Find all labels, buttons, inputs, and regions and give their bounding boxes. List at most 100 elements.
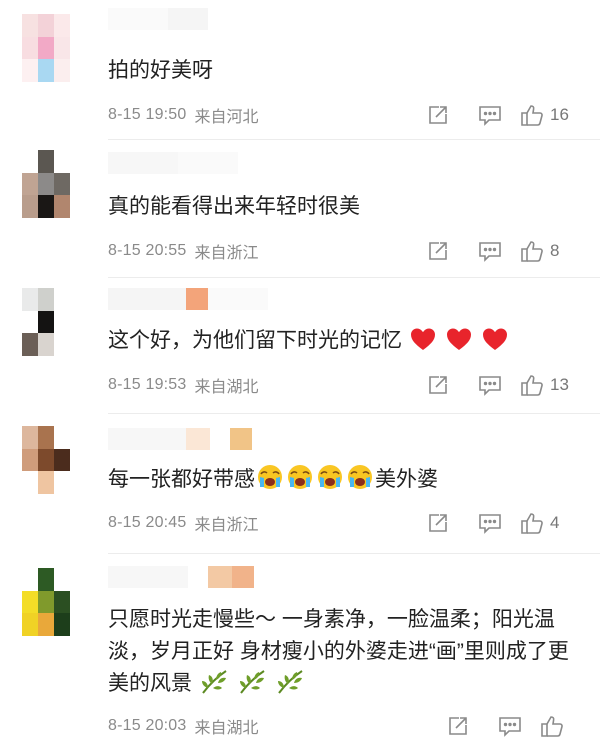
avatar-pixel (54, 426, 70, 449)
comment-text: 每一张都好带感 美外婆 (108, 463, 578, 496)
like-button[interactable]: 16 (520, 101, 580, 129)
thumbs-up-icon (521, 241, 543, 262)
divider (108, 277, 600, 278)
comment-text-body: 这个好，为他们留下时光的记忆 (108, 329, 402, 352)
blurred-username[interactable] (108, 428, 252, 450)
comment-bubble-icon (499, 717, 521, 737)
comment-text-suffix: 美外婆 (375, 468, 438, 491)
avatar-pixel (38, 195, 54, 219)
like-count: 4 (550, 513, 560, 532)
thumbs-up-icon (541, 716, 563, 737)
avatar-pixel (38, 288, 54, 311)
crying-face-emoji (318, 465, 342, 489)
comment-button[interactable] (468, 101, 512, 129)
avatar-pixel (22, 150, 38, 173)
share-box-icon (429, 514, 447, 532)
red-heart-emoji (410, 328, 435, 350)
thumbs-up-icon (521, 375, 543, 396)
repost-button[interactable] (436, 712, 480, 740)
comment-text: 这个好，为他们留下时光的记忆 (108, 325, 578, 357)
comment-button[interactable] (468, 371, 512, 399)
repost-button[interactable] (416, 101, 460, 129)
share-box-icon (429, 106, 447, 124)
leaf-emoji (239, 670, 265, 694)
avatar-pixel (38, 310, 54, 334)
comment-text-body: 只愿时光走慢些～ 一身素净，一脸温柔；阳光温淡，岁月正好 身材瘦小的外婆走进“画… (108, 608, 569, 695)
avatar-pixel (54, 613, 70, 637)
repost-button[interactable] (416, 371, 460, 399)
comment-text-body: 每一张都好带感 (108, 468, 255, 491)
avatar-pixel (38, 333, 54, 357)
comment-button[interactable] (468, 509, 512, 537)
share-box-icon (429, 376, 447, 394)
comment-time: 8-15 19:50 (108, 106, 187, 123)
avatar-pixel (22, 613, 38, 637)
divider (108, 413, 600, 414)
comment-location: 来自河北 (194, 109, 259, 126)
blurred-username[interactable] (108, 8, 208, 30)
comment-bubble-icon (479, 106, 501, 126)
avatar-pixel (54, 172, 70, 196)
comment-bubble-icon (479, 242, 501, 262)
avatar-pixel (38, 613, 54, 637)
comment-time: 8-15 20:55 (108, 242, 187, 259)
comment-time: 8-15 20:45 (108, 514, 187, 531)
repost-button[interactable] (416, 237, 460, 265)
comment-actions: 4 (416, 509, 580, 537)
comment-time: 8-15 19:53 (108, 376, 187, 393)
crying-face-emoji (288, 465, 312, 489)
leaf-emoji (201, 670, 227, 694)
blurred-username[interactable] (108, 288, 268, 310)
avatar-pixel (54, 59, 70, 83)
avatar[interactable] (22, 288, 70, 357)
avatar-pixel (22, 59, 38, 83)
avatar-pixel (38, 590, 54, 614)
red-heart-emoji (482, 328, 507, 350)
like-button[interactable] (540, 712, 580, 740)
comment-actions: 16 (416, 101, 580, 129)
like-button[interactable]: 13 (520, 371, 580, 399)
avatar-pixel (22, 288, 38, 311)
avatar[interactable] (22, 14, 70, 83)
avatar-pixel (22, 568, 38, 591)
avatar-pixel (38, 471, 54, 495)
divider (108, 553, 600, 554)
avatar-pixel (54, 333, 70, 357)
avatar-pixel (54, 471, 70, 495)
like-button[interactable]: 4 (520, 509, 580, 537)
avatar-pixel (38, 426, 54, 449)
blurred-username[interactable] (108, 152, 238, 174)
avatar-pixel (22, 448, 38, 472)
avatar-pixel (22, 36, 38, 60)
like-count: 13 (550, 375, 569, 394)
avatar-pixel (38, 150, 54, 173)
avatar[interactable] (22, 568, 70, 637)
comment-time: 8-15 20:03 (108, 717, 187, 734)
avatar-pixel (54, 568, 70, 591)
share-box-icon (429, 242, 447, 260)
comment-text: 只愿时光走慢些～ 一身素净，一脸温柔；阳光温淡，岁月正好 身材瘦小的外婆走进“画… (108, 604, 578, 700)
avatar-pixel (38, 172, 54, 196)
comment-text: 拍的好美呀 (108, 59, 213, 82)
thumbs-up-icon (521, 513, 543, 534)
comment-bubble-icon (479, 376, 501, 396)
share-box-icon (449, 717, 467, 735)
avatar-pixel (54, 195, 70, 219)
red-heart-emoji (446, 328, 471, 350)
avatar[interactable] (22, 426, 70, 495)
avatar-pixel (22, 14, 38, 37)
avatar-pixel (54, 288, 70, 311)
avatar-pixel (54, 14, 70, 37)
repost-button[interactable] (416, 509, 460, 537)
comment-actions (436, 712, 580, 740)
avatar-pixel (38, 568, 54, 591)
comment-text: 真的能看得出来年轻时很美 (108, 195, 360, 218)
avatar-pixel (22, 590, 38, 614)
like-button[interactable]: 8 (520, 237, 580, 265)
blurred-username[interactable] (108, 566, 254, 588)
comment-location: 来自浙江 (194, 517, 259, 534)
avatar-pixel (22, 310, 38, 334)
comment-button[interactable] (468, 237, 512, 265)
comment-button[interactable] (488, 712, 532, 740)
avatar[interactable] (22, 150, 70, 219)
